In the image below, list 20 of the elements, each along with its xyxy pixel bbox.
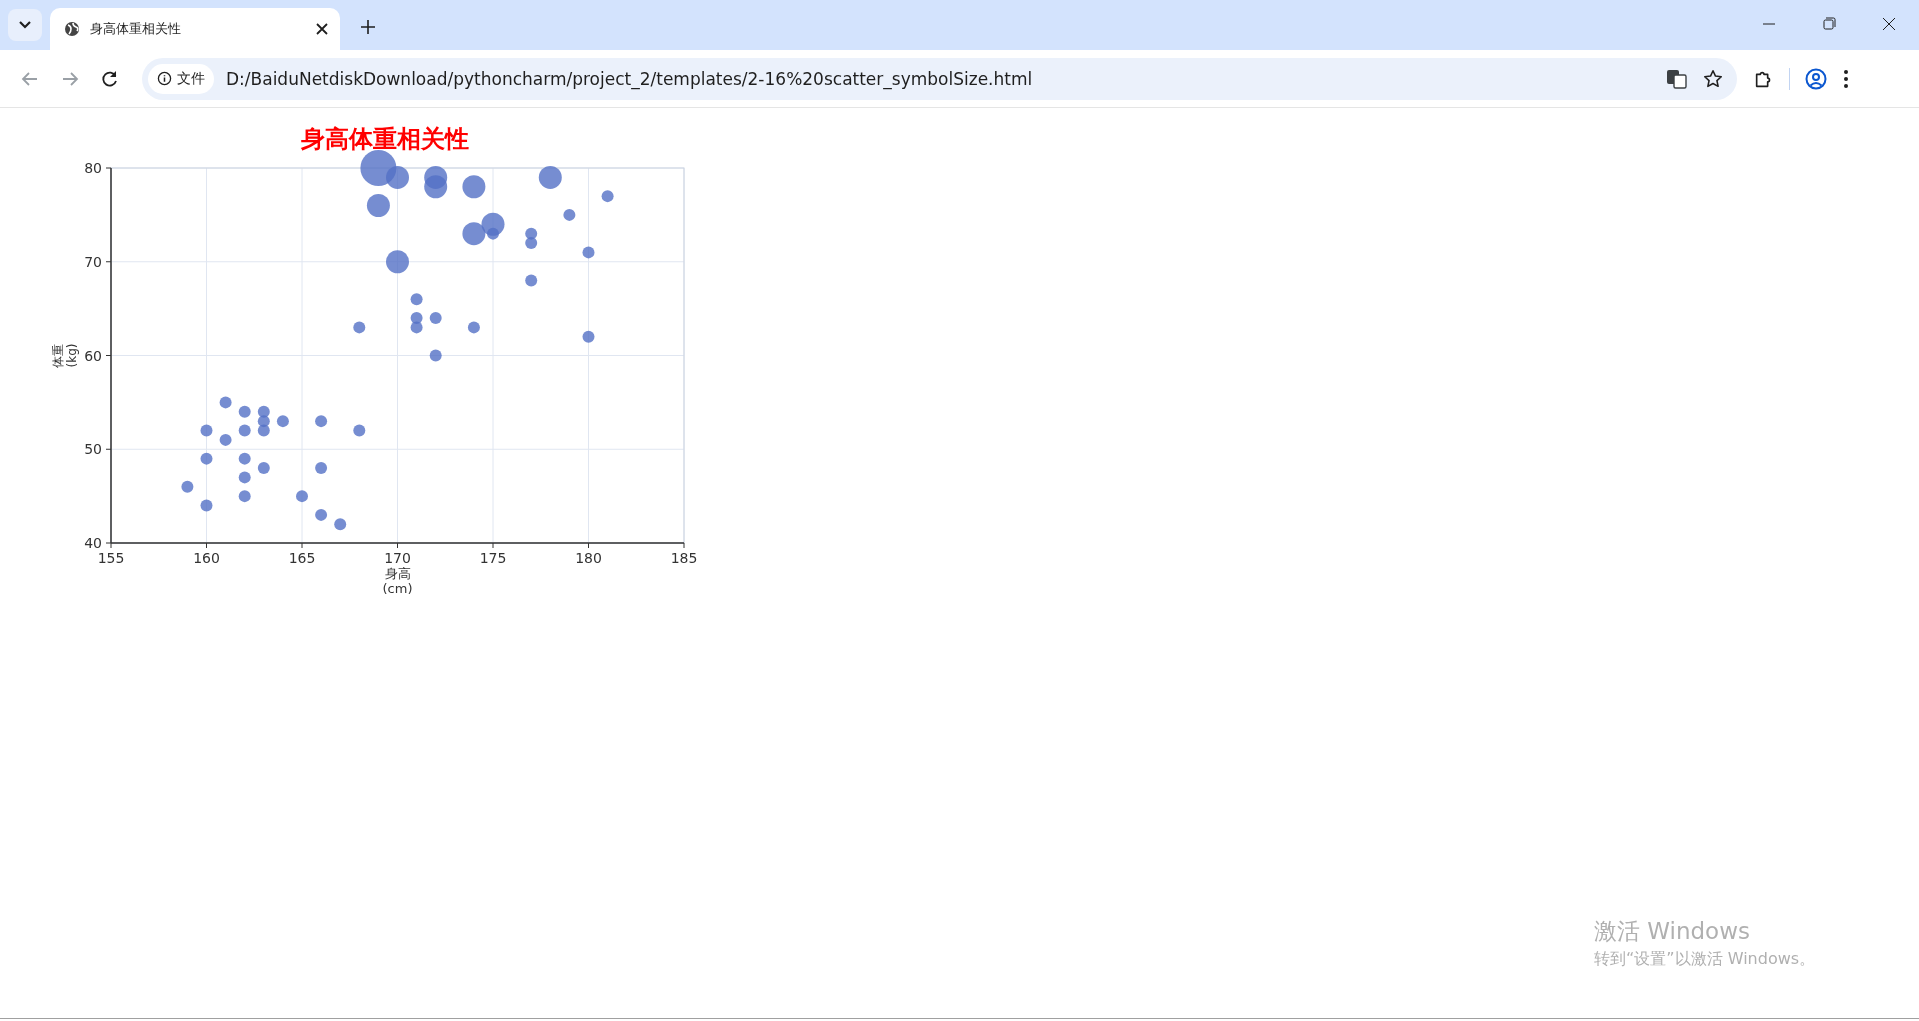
y-axis-title: 体重 (kg) (51, 343, 79, 368)
chart-title: 身高体重相关性 (301, 125, 469, 153)
tab-title: 身高体重相关性 (90, 20, 182, 38)
x-tick-label: 155 (97, 550, 125, 566)
x-axis-title: 身高 (cm) (382, 566, 413, 596)
url-text: D:/BaiduNetdiskDownload/pythoncharm/project_2/templates/2-16%20scatter_symbolSize.html (226, 68, 1034, 89)
x-tick-label: 185 (670, 550, 698, 566)
activation-title: 激活 Windows (1594, 917, 1751, 946)
y-tick-label: 70 (84, 253, 102, 270)
x-tick-label: 165 (288, 550, 316, 566)
x-tick-label: 170 (384, 550, 411, 566)
y-tick-label: 50 (84, 441, 102, 458)
x-tick-label: 180 (575, 550, 602, 566)
y-tick-label: 80 (84, 160, 102, 176)
activation-text: 转到“设置”以激活 Windows。 (1594, 949, 1816, 970)
x-tick-label: 175 (479, 550, 507, 566)
chip-label: 文件 (177, 69, 205, 88)
x-tick-label: 160 (193, 550, 220, 566)
y-tick-label: 60 (84, 347, 102, 364)
y-tick-label: 40 (84, 535, 102, 551)
